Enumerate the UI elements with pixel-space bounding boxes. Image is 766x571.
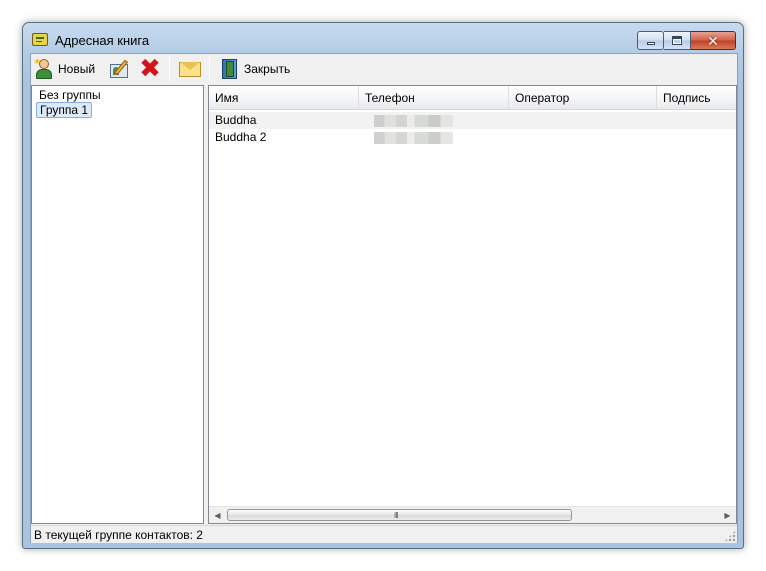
contact-signature — [657, 129, 736, 146]
column-header-name[interactable]: Имя — [209, 86, 359, 110]
scrollbar-thumb[interactable]: III — [227, 509, 572, 521]
contact-name: Buddha 2 — [215, 130, 267, 144]
status-bar: В текущей группе контактов: 2 — [31, 525, 737, 543]
status-text: В текущей группе контактов: 2 — [34, 528, 203, 542]
close-book-button[interactable]: Закрыть — [219, 57, 290, 81]
edit-contact-button[interactable] — [109, 57, 131, 81]
contact-name: Buddha — [215, 113, 257, 127]
group-item-group-1[interactable]: Группа 1 — [36, 102, 93, 118]
new-contact-icon: ✶ — [33, 58, 55, 80]
toolbar: ✶ Новый ✖ Закрыть — [31, 54, 737, 84]
minimize-button[interactable] — [637, 31, 664, 50]
contact-phone-redacted — [359, 129, 509, 146]
address-book-window: Адресная книга ✕ ✶ Новый ✖ Закрыть Без г… — [22, 22, 744, 549]
toolbar-separator — [209, 57, 210, 81]
contact-phone-redacted — [359, 112, 509, 129]
column-header-signature[interactable]: Подпись — [657, 86, 736, 110]
exit-door-icon — [219, 58, 241, 80]
table-row[interactable]: Buddha — [209, 112, 736, 129]
scroll-right-icon[interactable]: ▶ — [719, 507, 736, 523]
close-window-button[interactable]: ✕ — [691, 31, 736, 50]
contact-operator — [509, 112, 657, 129]
new-contact-button[interactable]: ✶ Новый — [33, 57, 95, 81]
resize-grip-icon[interactable] — [724, 530, 736, 542]
close-icon: ✕ — [707, 33, 719, 49]
window-title: Адресная книга — [55, 33, 150, 48]
send-message-button[interactable] — [179, 57, 201, 81]
delete-icon: ✖ — [139, 54, 161, 84]
address-book-app-icon — [32, 33, 48, 46]
close-book-label: Закрыть — [244, 62, 291, 76]
contacts-list[interactable]: Имя Телефон Оператор Подпись Buddha Budd… — [208, 85, 737, 524]
list-header: Имя Телефон Оператор Подпись — [209, 86, 736, 110]
scroll-left-icon[interactable]: ◀ — [209, 507, 226, 523]
envelope-icon — [179, 58, 201, 80]
edit-contact-icon — [109, 58, 131, 80]
table-row[interactable]: Buddha 2 — [209, 129, 736, 146]
column-header-phone[interactable]: Телефон — [359, 86, 509, 110]
maximize-button[interactable] — [664, 31, 691, 50]
scrollbar-grip-icon: III — [394, 511, 399, 520]
minimize-icon — [647, 42, 655, 45]
contact-signature — [657, 112, 736, 129]
groups-tree[interactable]: Без группы Группа 1 — [31, 85, 204, 524]
client-area: ✶ Новый ✖ Закрыть Без группы Группа 1 Им… — [30, 53, 738, 543]
column-header-operator[interactable]: Оператор — [509, 86, 657, 110]
delete-contact-button[interactable]: ✖ — [139, 54, 161, 84]
contact-operator — [509, 129, 657, 146]
toolbar-separator — [169, 57, 170, 81]
new-contact-label: Новый — [58, 62, 96, 76]
horizontal-scrollbar[interactable]: ◀ III ▶ — [209, 506, 736, 523]
maximize-icon — [672, 36, 682, 45]
title-bar[interactable]: Адресная книга ✕ — [23, 23, 743, 53]
